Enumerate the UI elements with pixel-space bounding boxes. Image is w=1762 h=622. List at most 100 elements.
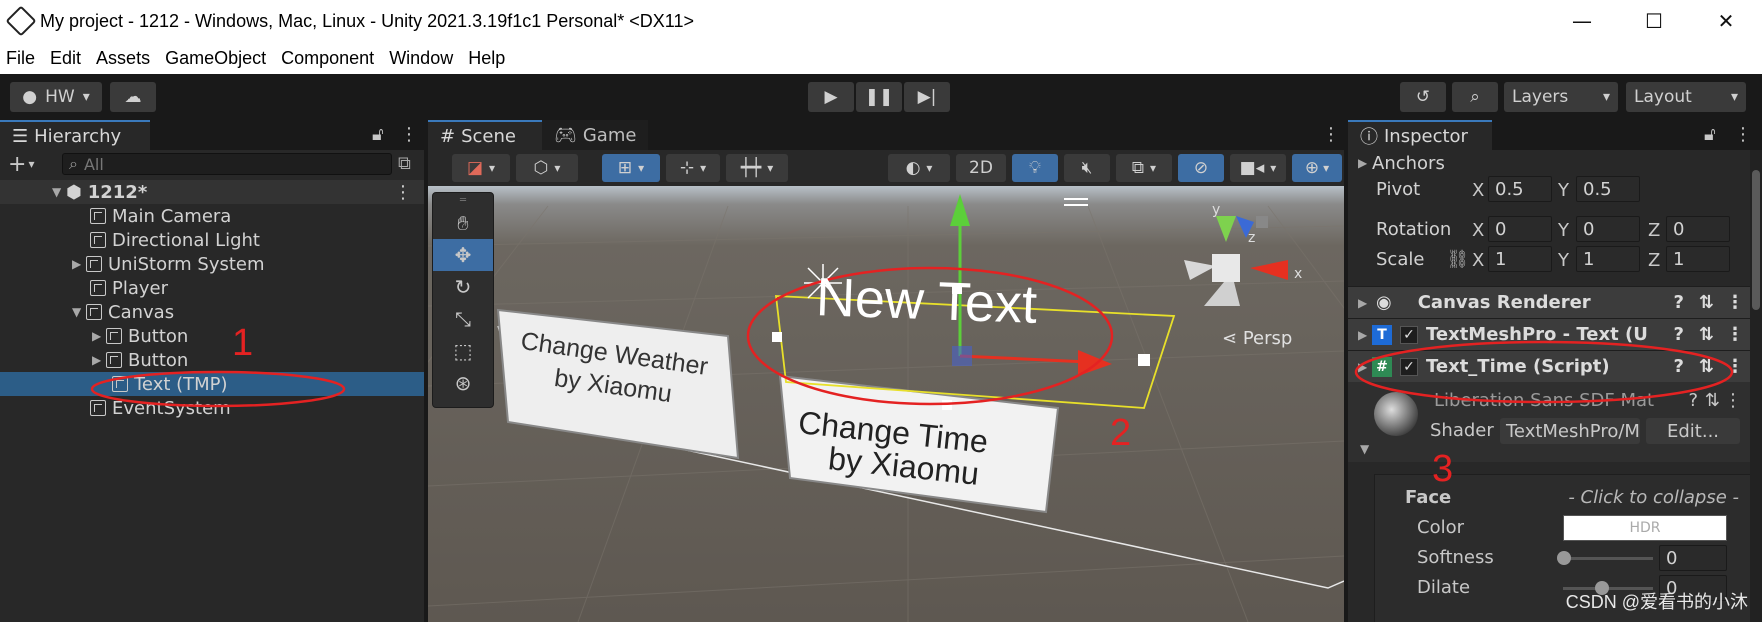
menu-help[interactable]: Help xyxy=(468,48,505,69)
increment-snap-dropdown[interactable]: ┿┿ ▾ xyxy=(726,154,788,182)
account-label: HW xyxy=(45,87,75,107)
scene-options-icon[interactable] xyxy=(1064,198,1088,200)
lighting-toggle[interactable]: 💡︎ xyxy=(1012,154,1058,182)
annotation-number-2: 2 xyxy=(1110,412,1132,454)
mode-2d-toggle[interactable]: 2D xyxy=(956,154,1006,182)
snap-grid-icon: ⊞ xyxy=(617,158,633,178)
gamepad-icon: 🎮︎ xyxy=(554,124,577,146)
history-icon: ↺ xyxy=(1415,87,1431,107)
x-axis-handle[interactable] xyxy=(959,354,1089,364)
transform-tool[interactable]: ⊛ xyxy=(433,367,493,399)
draw-mode-dropdown[interactable]: ◪ ▾ xyxy=(452,154,510,182)
account-icon: ● xyxy=(22,87,38,107)
history-button[interactable]: ↺ xyxy=(1400,82,1446,112)
search-button[interactable]: ⌕ xyxy=(1452,82,1498,112)
watermark: CSDN @爱看书的小沐 xyxy=(1565,592,1748,612)
visibility-toggle[interactable]: ⊘ xyxy=(1178,154,1224,182)
annotation-overlay xyxy=(90,370,346,408)
grid-snap-dropdown[interactable]: ⊹ ▾ xyxy=(666,154,720,182)
main-toolbar: ● HW ☁ ▶ ❚❚ ▶| ↺ ⌕ Layers Layout xyxy=(0,74,1762,120)
hidden-eye-icon: ⊘ xyxy=(1193,158,1209,178)
pause-button[interactable]: ❚❚ xyxy=(856,82,902,112)
mode-2d-label: 2D xyxy=(969,158,993,178)
effects-dropdown[interactable]: ⧉ ▾ xyxy=(1116,154,1172,182)
inspector-scrollbar[interactable] xyxy=(1750,150,1762,622)
maximize-button[interactable]: ☐ xyxy=(1618,0,1690,42)
minimize-button[interactable]: — xyxy=(1546,0,1618,42)
cloud-button[interactable]: ☁ xyxy=(110,82,156,112)
rect-tool[interactable]: ⬚ xyxy=(433,335,493,367)
xy-plane-handle[interactable] xyxy=(952,346,972,366)
rotate-tool[interactable]: ↻ xyxy=(433,271,493,303)
annotation-ellipse-3 xyxy=(1354,340,1734,404)
rect-handle-top[interactable] xyxy=(952,284,962,294)
gizmos-dropdown[interactable]: ⊕ ▾ xyxy=(1292,154,1342,182)
layout-dropdown[interactable]: Layout xyxy=(1626,82,1746,112)
mute-icon: 🔇︎ xyxy=(1081,158,1093,178)
annotation-ellipse-1 xyxy=(90,370,346,408)
inspector-panel: ⓘ Inspector 🔓︎ ⋮ ▶ Anchors Pivot X 0.5 Y… xyxy=(1348,120,1762,622)
annotation-ellipse-2 xyxy=(746,266,1114,406)
menu-component[interactable]: Component xyxy=(281,48,374,69)
menu-assets[interactable]: Assets xyxy=(96,48,150,69)
scene-tab-label: Scene xyxy=(461,125,516,147)
lightbulb-icon: 💡︎ xyxy=(1029,158,1041,178)
layers-label: Layers xyxy=(1512,87,1569,107)
window-title: My project - 1212 - Windows, Mac, Linux … xyxy=(40,10,694,31)
menu-edit[interactable]: Edit xyxy=(50,48,81,69)
sphere-icon: ◐ xyxy=(905,158,921,178)
close-button[interactable]: ✕ xyxy=(1690,0,1762,42)
hand-tool[interactable]: ✋︎ xyxy=(433,207,493,239)
move-icon: ✥ xyxy=(454,243,472,267)
menu-bar: File Edit Assets GameObject Component Wi… xyxy=(0,42,1762,74)
hand-icon: ✋︎ xyxy=(457,211,469,235)
audio-toggle[interactable]: 🔇︎ xyxy=(1064,154,1110,182)
rect-handle-left[interactable] xyxy=(772,332,782,342)
camera-icon: ■◂ xyxy=(1239,158,1265,178)
shading-dropdown[interactable]: ◐ ▾ xyxy=(888,154,950,182)
unity-logo-icon xyxy=(5,5,37,37)
gizmo-lock-icon[interactable] xyxy=(1256,216,1268,228)
change-weather-button[interactable] xyxy=(496,308,740,460)
play-button[interactable]: ▶ xyxy=(808,82,854,112)
annotation-number-1: 1 xyxy=(232,322,254,364)
hierarchy-panel: ☰ Hierarchy 🔓︎ ⋮ + ▾ ⌕ All ⧉ ▼ ⬢ 1212* ⋮… xyxy=(0,120,424,622)
scale-icon: ⤡ xyxy=(455,307,471,331)
step-button[interactable]: ▶| xyxy=(904,82,950,112)
rotate-icon: ↻ xyxy=(454,275,472,299)
tab-game[interactable]: 🎮︎ Game xyxy=(542,120,648,150)
title-bar: My project - 1212 - Windows, Mac, Linux … xyxy=(0,0,1762,42)
object-mode-dropdown[interactable]: ⬡ ▾ xyxy=(516,154,578,182)
search-icon: ⌕ xyxy=(1470,87,1480,107)
annotation-overlay xyxy=(1354,340,1734,404)
y-arrow-head-icon[interactable] xyxy=(950,194,970,226)
draw-mode-icon: ◪ xyxy=(466,158,484,178)
scene-viewport[interactable]: New Text Change Weather by Xiaomu Change… xyxy=(428,186,1344,622)
transform-icon: ⊛ xyxy=(454,371,472,395)
globe-icon: ⊕ xyxy=(1304,158,1320,178)
menu-file[interactable]: File xyxy=(6,48,35,69)
scene-menu-icon[interactable]: ⋮ xyxy=(1322,124,1340,145)
menu-window[interactable]: Window xyxy=(389,48,453,69)
ruler-icon: ┿┿ xyxy=(740,158,762,178)
move-tool[interactable]: ✥ xyxy=(433,239,493,271)
layers-icon: ⧉ xyxy=(1131,158,1145,178)
menu-gameobject[interactable]: GameObject xyxy=(165,48,266,69)
cloud-icon: ☁ xyxy=(124,87,142,107)
camera-dropdown[interactable]: ■◂ ▾ xyxy=(1230,154,1286,182)
layers-dropdown[interactable]: Layers xyxy=(1504,82,1618,112)
rect-icon: ⬚ xyxy=(453,339,473,363)
tool-palette: ═ ✋︎ ✥ ↻ ⤡ ⬚ ⊛ xyxy=(432,192,494,408)
grid-snap-icon: ⊹ xyxy=(679,158,695,178)
cube-icon: ⬡ xyxy=(533,158,549,178)
layout-label: Layout xyxy=(1634,87,1692,107)
pause-icon: ❚❚ xyxy=(864,87,894,107)
game-tab-label: Game xyxy=(582,124,637,146)
scale-tool[interactable]: ⤡ xyxy=(433,303,493,335)
tab-scene[interactable]: # Scene xyxy=(428,120,542,150)
account-dropdown[interactable]: ● HW xyxy=(10,82,102,112)
grid-icon: # xyxy=(440,125,456,147)
rect-handle-right[interactable] xyxy=(1138,354,1150,366)
snap-toggle[interactable]: ⊞ ▾ xyxy=(602,154,660,182)
play-icon: ▶ xyxy=(824,87,838,107)
